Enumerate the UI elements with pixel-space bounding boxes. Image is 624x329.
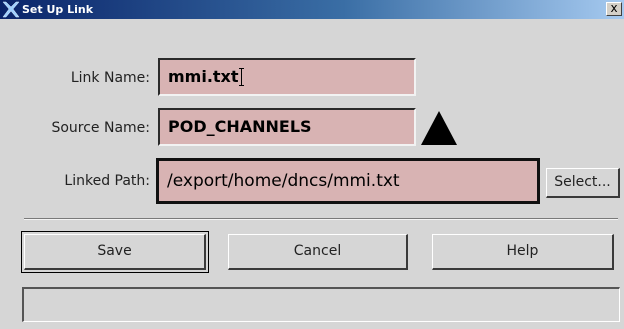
cancel-button[interactable]: Cancel (228, 234, 408, 270)
link-name-value: mmi.txt (168, 67, 239, 86)
up-arrow-icon[interactable] (420, 110, 458, 146)
status-bar (22, 287, 620, 322)
source-name-field[interactable]: POD_CHANNELS (158, 108, 416, 146)
text-cursor-icon (238, 68, 245, 86)
save-button[interactable]: Save (21, 231, 209, 273)
window-title: Set Up Link (22, 3, 94, 16)
separator (24, 218, 618, 220)
linked-path-value: /export/home/dncs/mmi.txt (167, 171, 400, 191)
title-bar[interactable]: Set Up Link x (0, 0, 624, 19)
source-name-label: Source Name: (51, 120, 150, 136)
close-button[interactable]: x (606, 2, 622, 16)
linked-path-label: Linked Path: (64, 173, 150, 189)
link-name-field[interactable]: mmi.txt (158, 58, 416, 96)
x-window-icon (2, 1, 20, 18)
source-name-value: POD_CHANNELS (168, 117, 312, 136)
linked-path-field[interactable]: /export/home/dncs/mmi.txt (156, 158, 540, 204)
select-button[interactable]: Select... (546, 168, 620, 198)
link-name-label: Link Name: (70, 70, 150, 86)
help-button[interactable]: Help (432, 234, 614, 270)
